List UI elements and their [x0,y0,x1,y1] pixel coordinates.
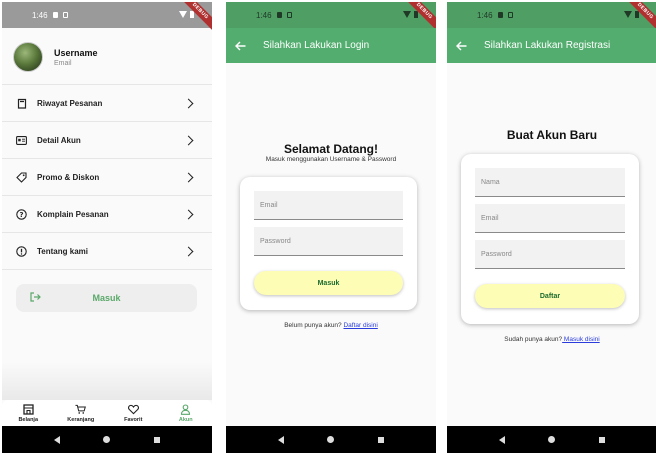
home-circle-icon[interactable] [327,436,335,443]
lock-icon [276,12,282,18]
store-icon [23,403,34,415]
recents-square-icon[interactable] [154,436,161,443]
menu-item-tentang-kami[interactable]: Tentang kami [2,233,212,270]
avatar [13,42,43,72]
register-prompt: Belum punya akun? Daftar disini [226,322,436,329]
sim-card-icon [507,12,513,18]
menu-item-label: Detail Akun [37,135,81,145]
bottom-fade [2,362,212,400]
nav-item-akun[interactable]: Akun [163,403,209,423]
id-card-icon [16,135,27,146]
menu-item-label: Riwayat Pesanan [37,98,103,108]
status-time: 1:46 [256,10,272,20]
register-screen: 1:46 DEBUG Silahkan Lakukan Registrasi B… [447,2,656,453]
menu-item-detail-akun[interactable]: Detail Akun [2,122,212,159]
back-triangle-icon[interactable] [53,435,60,444]
status-time: 1:46 [477,10,493,20]
wifi-icon [624,11,632,18]
wifi-icon [179,11,187,18]
app-bar-title: Silahkan Lakukan Login [263,40,370,51]
login-prompt: Sudah punya akun? Masuk disini [447,336,656,343]
nav-label: Belanja [18,416,39,423]
person-icon [180,403,191,415]
status-time: 1:46 [32,10,48,20]
sim-card-icon [286,12,292,18]
register-prompt-text: Belum punya akun? [284,322,344,329]
menu-item-label: Komplain Pesanan [37,209,109,219]
menu-item-label: Promo & Diskon [37,172,100,182]
lock-icon [497,12,503,18]
status-bar: 1:46 DEBUG [447,2,656,34]
heart-icon [127,404,139,415]
login-screen: 1:46 DEBUG Silahkan Lakukan Login Selama… [226,2,436,453]
back-triangle-icon[interactable] [277,435,284,444]
name-field[interactable]: Nama [475,168,625,197]
nav-item-keranjang[interactable]: Keranjang [58,404,104,423]
menu-item-riwayat-pesanan[interactable]: Riwayat Pesanan [2,85,212,122]
home-circle-icon[interactable] [548,436,556,443]
login-button-label: Masuk [92,293,121,303]
nav-label: Favorit [124,416,143,423]
app-bar: Silahkan Lakukan Registrasi [447,28,656,63]
receipt-icon [16,98,27,109]
register-submit-button[interactable]: Daftar [475,284,625,308]
nav-item-favorit[interactable]: Favorit [110,404,156,423]
nav-item-belanja[interactable]: Belanja [5,403,51,423]
app-bar: Silahkan Lakukan Login [226,28,436,63]
recents-square-icon[interactable] [378,436,385,443]
tag-icon [16,171,27,183]
home-circle-icon[interactable] [103,436,111,443]
nav-label: Keranjang [67,416,95,423]
sim-card-icon [62,12,68,18]
account-screen: 1:46 DEBUG Username Email Riwayat Pesana… [2,2,212,453]
email-field[interactable]: Email [475,204,625,233]
register-card: Nama Email Password Daftar [461,154,639,324]
login-submit-button[interactable]: Masuk [254,271,403,295]
system-navigation-bar [226,426,436,453]
login-link[interactable]: Masuk disini [562,336,600,343]
menu-item-komplain-pesanan[interactable]: ? Komplain Pesanan [2,196,212,233]
nav-label: Akun [178,416,193,423]
account-menu: Riwayat Pesanan Detail Akun Promo & Disk… [2,84,212,270]
back-triangle-icon[interactable] [498,435,505,444]
wifi-icon [403,11,411,18]
register-link[interactable]: Daftar disini [343,322,377,329]
profile-header: Username Email [13,42,98,72]
login-button[interactable]: Masuk [16,284,197,312]
password-field[interactable]: Password [254,227,403,256]
chevron-right-icon [183,209,194,220]
chevron-right-icon [183,246,194,257]
svg-text:?: ? [19,211,23,219]
welcome-subheading: Masuk menggunakan Username & Password [265,156,397,163]
recents-square-icon[interactable] [599,436,606,443]
profile-email: Email [54,59,72,67]
login-card: Email Password Masuk [240,177,417,310]
bottom-navigation: Belanja Keranjang Favorit Akun [2,400,212,426]
lock-icon [52,12,58,18]
email-field[interactable]: Email [254,191,403,220]
status-bar: 1:46 DEBUG [2,2,212,34]
info-icon [16,245,27,257]
back-arrow-icon[interactable] [235,40,247,52]
cart-icon [75,404,87,415]
menu-item-promo-diskon[interactable]: Promo & Diskon [2,159,212,196]
status-bar: 1:46 DEBUG [226,2,436,34]
profile-username: Username [54,47,98,58]
app-bar-title: Silahkan Lakukan Registrasi [484,40,611,51]
question-icon: ? [16,208,27,220]
password-field[interactable]: Password [475,240,625,269]
welcome-heading: Selamat Datang! [283,142,379,156]
system-navigation-bar [447,426,656,453]
chevron-right-icon [183,135,194,146]
chevron-right-icon [183,98,194,109]
back-arrow-icon[interactable] [456,40,468,52]
chevron-right-icon [183,172,194,183]
system-navigation-bar [2,426,212,453]
login-prompt-text: Sudah punya akun? [504,336,563,343]
register-heading: Buat Akun Baru [506,128,598,142]
menu-item-label: Tentang kami [37,246,88,256]
